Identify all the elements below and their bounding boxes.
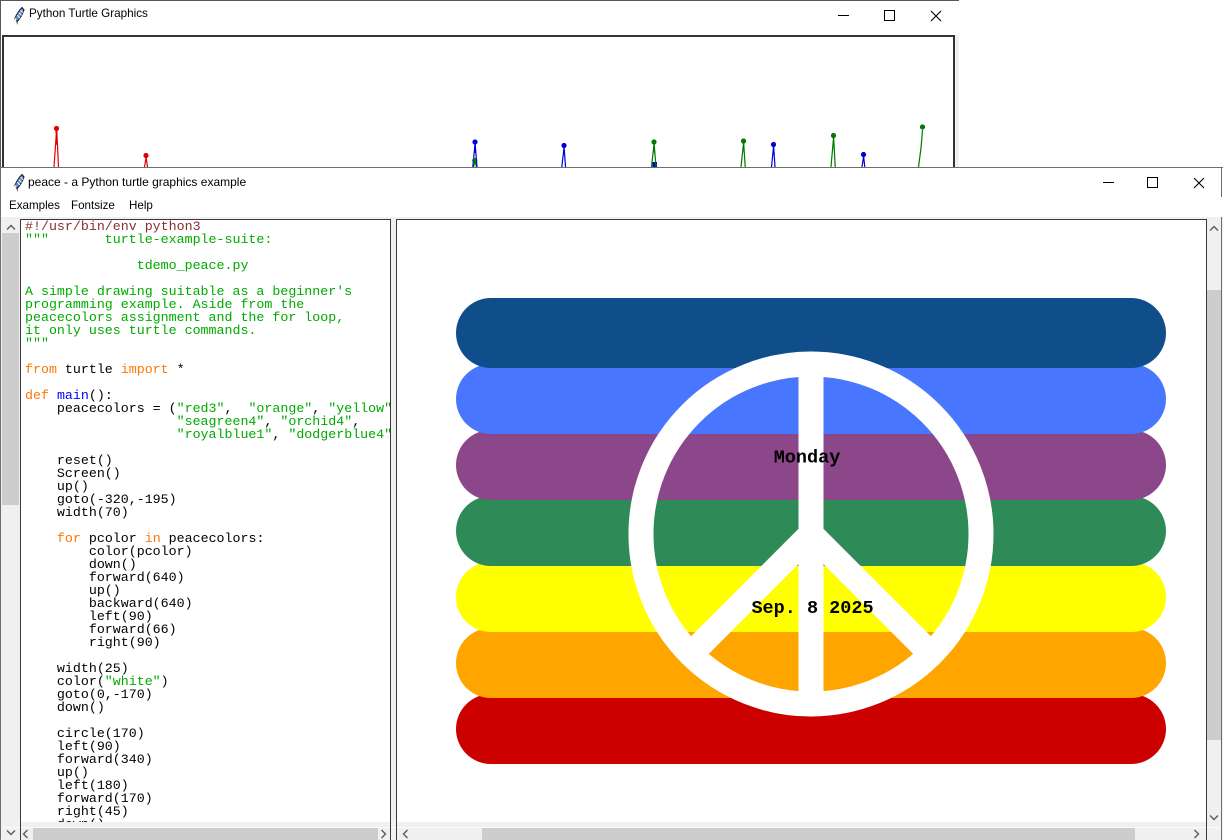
svg-text:Monday: Monday xyxy=(774,448,841,469)
svg-text:Sep. 8 2025: Sep. 8 2025 xyxy=(751,598,873,619)
